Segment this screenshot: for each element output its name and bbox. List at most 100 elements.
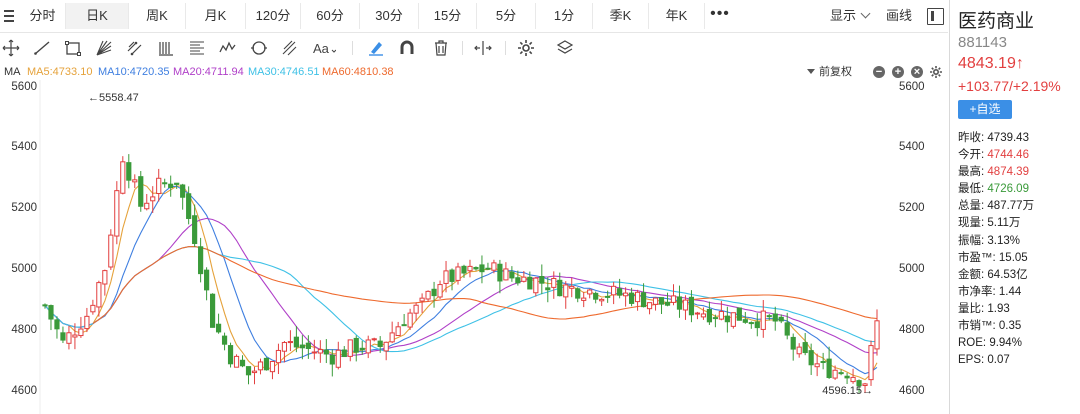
- add-watchlist-button[interactable]: +自选: [958, 100, 1012, 119]
- stat-row: 市销™: 0.35: [958, 318, 1034, 335]
- candle-body: [557, 279, 563, 297]
- magnet-icon[interactable]: [396, 37, 418, 59]
- stats-list: 昨收: 4739.43 今开: 4744.46 最高: 4874.39 最低: 472…: [958, 130, 1034, 369]
- candle-body: [257, 361, 264, 371]
- ma5-value: MA5:4733.10: [27, 66, 93, 78]
- tab-yearly-k[interactable]: 年K: [649, 3, 705, 29]
- candle-body: [533, 277, 539, 294]
- candle-body: [84, 315, 90, 330]
- tab-weekly-k[interactable]: 周K: [129, 3, 186, 29]
- highlighter-icon[interactable]: [365, 37, 387, 59]
- y-tick-right: 5000: [899, 263, 925, 275]
- rectangle-icon[interactable]: [62, 37, 84, 59]
- minus-icon[interactable]: −: [873, 66, 885, 78]
- trash-icon[interactable]: [430, 37, 452, 59]
- tab-120min[interactable]: 120分: [246, 3, 301, 29]
- display-label: 显示: [830, 8, 857, 23]
- text-icon[interactable]: Aa: [310, 37, 338, 59]
- candle-body: [545, 287, 551, 291]
- tab-quarterly-k[interactable]: 季K: [593, 3, 649, 29]
- close-icon[interactable]: ×: [911, 66, 923, 78]
- candlestick-chart[interactable]: 5600 5400 5200 5000 4800 4600 5600 5400 …: [0, 80, 948, 414]
- stat-value: 4874.39: [984, 166, 1029, 179]
- gear-icon[interactable]: [929, 65, 943, 79]
- candle-body: [790, 336, 796, 350]
- candle-body: [778, 316, 784, 322]
- indicator-label[interactable]: MA: [4, 64, 21, 80]
- tab-monthly-k[interactable]: 月K: [186, 3, 246, 29]
- stat-row: 金额: 64.53亿: [958, 267, 1034, 284]
- stock-name: 医药商业: [958, 11, 1035, 32]
- tab-5min[interactable]: 5分: [477, 3, 536, 29]
- candle-body: [347, 339, 353, 357]
- ma10-line: [44, 185, 878, 375]
- candle-body: [808, 350, 814, 366]
- cycle-icon[interactable]: [248, 37, 270, 59]
- more-tabs-button[interactable]: •••: [705, 3, 735, 29]
- candle-body: [509, 271, 515, 279]
- tab-30min[interactable]: 30分: [360, 3, 419, 29]
- settings-icon[interactable]: [515, 37, 537, 59]
- vertical-lines-icon[interactable]: [155, 37, 177, 59]
- candle-body: [694, 312, 701, 315]
- tab-60min[interactable]: 60分: [301, 3, 360, 29]
- stat-value: 9.94%: [986, 337, 1022, 350]
- candle-body: [676, 296, 683, 310]
- candle-body: [844, 375, 850, 379]
- candle-body: [126, 162, 132, 181]
- y-tick-right: 4800: [899, 324, 925, 336]
- candle-body: [359, 347, 365, 351]
- y-tick-left: 5000: [11, 263, 37, 275]
- display-dropdown[interactable]: 显示: [830, 3, 871, 29]
- move-icon[interactable]: [0, 37, 22, 59]
- candle-body: [736, 307, 742, 321]
- candle-body: [287, 341, 294, 344]
- range-icon[interactable]: [472, 37, 494, 59]
- ma5-line: [44, 183, 878, 381]
- stat-label: ROE:: [958, 337, 987, 350]
- ma20-line: [44, 217, 878, 358]
- y-tick-right: 5600: [899, 81, 925, 93]
- stock-info-panel: 医药商业 881143 4843.19↑ +103.77/+2.19% +自选 …: [949, 0, 1080, 414]
- candle-body: [114, 190, 120, 237]
- stock-price: 4843.19↑: [958, 55, 1024, 72]
- candle-body: [174, 182, 180, 185]
- stat-value: 4726.09: [984, 183, 1029, 196]
- layers-icon[interactable]: [554, 37, 576, 59]
- triangle-down-icon: [807, 69, 815, 74]
- candle-body: [144, 202, 150, 210]
- y-tick-left: 5600: [11, 81, 37, 93]
- tab-fenshi[interactable]: 分时: [20, 3, 66, 29]
- wave-icon[interactable]: [217, 37, 239, 59]
- candle-body: [245, 366, 252, 376]
- tab-1min[interactable]: 1分: [536, 3, 593, 29]
- menu-icon[interactable]: [0, 4, 18, 29]
- candle-body: [204, 269, 210, 291]
- y-tick-left: 4800: [11, 324, 37, 336]
- fibonacci-icon[interactable]: [186, 37, 208, 59]
- tab-daily-k[interactable]: 日K: [66, 3, 129, 29]
- tab-15min[interactable]: 15分: [419, 3, 477, 29]
- channel-icon[interactable]: [124, 37, 146, 59]
- candle-body: [617, 288, 623, 296]
- candle-body: [281, 342, 288, 352]
- stat-label: 振幅:: [958, 234, 985, 247]
- adjust-dropdown[interactable]: 前复权: [807, 64, 852, 80]
- parallel-icon[interactable]: [279, 37, 301, 59]
- candle-body: [138, 176, 144, 207]
- candle-body: [186, 193, 192, 219]
- line-icon[interactable]: [31, 37, 53, 59]
- candle-body: [563, 284, 569, 298]
- fan-icon[interactable]: [93, 37, 115, 59]
- candle-body: [575, 288, 581, 299]
- candle-body: [221, 335, 228, 345]
- plus-icon[interactable]: +: [892, 66, 904, 78]
- stat-label: 金额:: [958, 268, 985, 281]
- candle-body: [156, 177, 162, 195]
- stat-value: 64.53亿: [984, 268, 1028, 281]
- draw-line-button[interactable]: 画线: [886, 3, 912, 29]
- panel-toggle-icon[interactable]: [927, 8, 944, 25]
- candle-body: [485, 267, 491, 270]
- candle-body: [353, 337, 359, 353]
- stat-row: EPS: 0.07: [958, 352, 1034, 369]
